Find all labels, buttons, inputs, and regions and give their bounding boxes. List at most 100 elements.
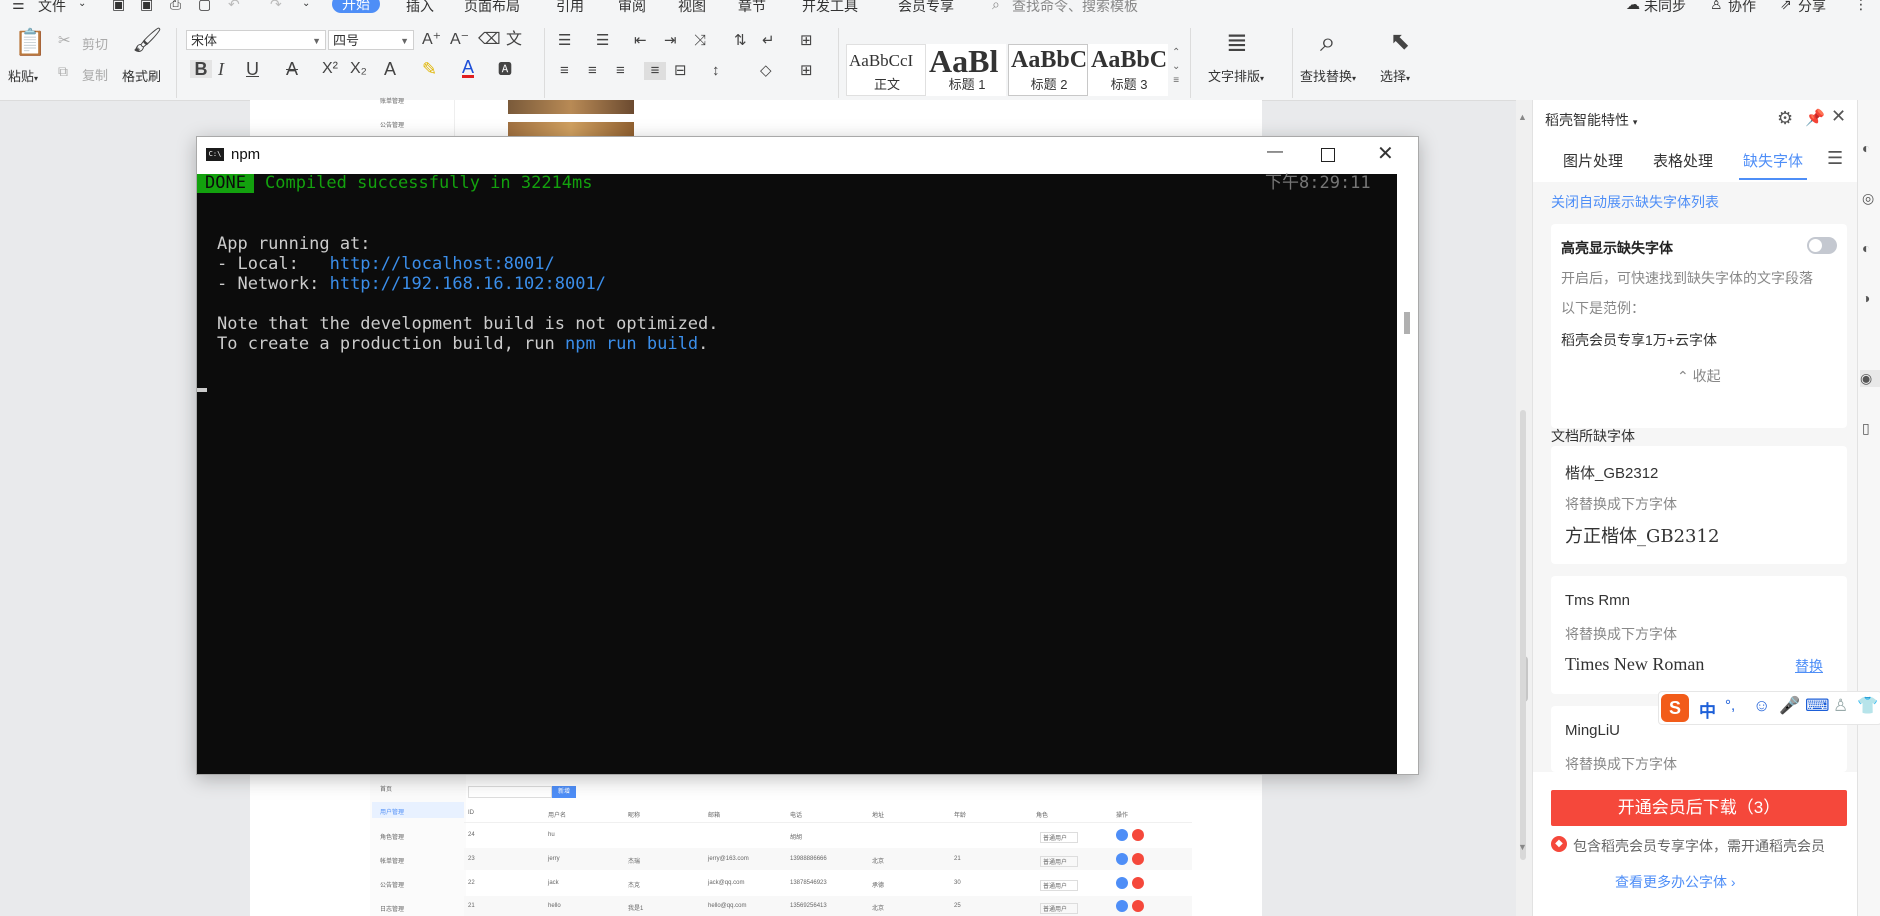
redo-icon[interactable]: ↷ [270,0,282,13]
gear-icon[interactable]: ⚙ [1777,108,1793,129]
phonetic-guide-icon[interactable]: 文 [506,31,522,49]
menu-file[interactable]: 文件 [38,0,66,14]
find-replace-icon[interactable]: ⌕ [1320,28,1336,56]
terminal-titlebar[interactable]: C:\ npm — ✕ [197,137,1418,173]
highlight-toggle[interactable] [1807,237,1837,254]
table-tools-icon[interactable]: ⊞ [800,32,813,50]
maximize-icon[interactable] [1321,148,1335,162]
bullet-list-icon[interactable]: ☰ [558,32,571,50]
tab-table-processing[interactable]: 表格处理 [1653,150,1713,171]
decrease-font-icon[interactable]: A⁻ [450,31,469,49]
format-painter-icon[interactable]: 🖌 [132,28,162,54]
numbered-list-icon[interactable]: ☰ [596,32,609,50]
scroll-down-icon[interactable]: ▼ [1518,842,1527,852]
export-icon[interactable]: ▣ [140,0,153,13]
save-icon[interactable]: ▣ [112,0,125,13]
more-fonts-link[interactable]: 查看更多办公字体 › [1615,872,1736,892]
quick-access-dropdown-icon[interactable]: ⌄ [302,0,310,9]
side-tool-icon[interactable]: ◉ [1860,370,1880,387]
strikethrough-icon[interactable]: A [286,60,298,78]
hamburger-icon[interactable]: ☰ [12,0,25,13]
align-left-icon[interactable]: ≡ [560,62,569,80]
pane-title[interactable]: 稻壳智能特性 ▾ [1545,110,1637,130]
shading-icon[interactable]: ◇ [760,62,772,80]
pane-scrollbar[interactable]: ▲ ▼ [1514,100,1532,916]
font-color-icon[interactable]: A [462,58,475,78]
superscript-icon[interactable]: X² [322,60,338,78]
increase-indent-icon[interactable]: ⇥ [664,32,677,50]
bold-icon[interactable]: B [190,60,212,78]
microphone-icon[interactable]: 🎤 [1779,696,1800,716]
terminal-window[interactable]: C:\ npm — ✕ DONE Compiled successfully i… [196,136,1419,775]
borders-icon[interactable]: ⊞ [800,62,813,80]
pin-icon[interactable]: 📌 [1805,108,1825,128]
subscript-icon[interactable]: X₂ [350,60,367,78]
char-border-icon[interactable]: 🅰 [498,60,512,78]
close-auto-show-link[interactable]: 关闭自动展示缺失字体列表 [1551,192,1719,212]
keyboard-icon[interactable]: ⌨ [1805,696,1830,716]
tab-menu-icon[interactable]: ☰ [1827,148,1843,169]
font-size-select[interactable]: 四号 ▼ [328,30,414,50]
distribute-icon[interactable]: ⊟ [674,62,687,80]
copy-icon[interactable]: ⧉ [58,62,68,80]
undo-icon[interactable]: ↶ [228,0,240,13]
share-icon[interactable]: ⇗ [1780,0,1792,13]
style-heading-3[interactable]: AaBbC 标题 3 [1088,44,1168,96]
tab-member[interactable]: 会员专享 [898,0,954,14]
style-normal[interactable]: AaBbCcI 正文 [846,44,926,96]
line-spacing-icon[interactable]: ↕ [712,62,720,80]
sync-icon[interactable]: ☁ [1626,0,1640,13]
cut-button[interactable]: 剪切 [82,34,108,53]
para-marks-icon[interactable]: ↵ [762,32,775,50]
chevron-down-icon[interactable]: ⌄ [78,0,86,9]
side-tool-icon[interactable]: ▯ [1862,420,1870,437]
decrease-indent-icon[interactable]: ⇤ [634,32,647,50]
sogou-logo-icon[interactable]: S [1661,694,1689,722]
tab-insert[interactable]: 插入 [406,0,434,14]
emoji-icon[interactable]: ☺ [1753,696,1770,716]
sync-status[interactable]: 未同步 [1644,0,1686,14]
text-effect-icon[interactable]: A [384,60,396,78]
more-icon[interactable]: ⋮ [1854,0,1868,13]
tab-image-processing[interactable]: 图片处理 [1563,150,1623,171]
collab-button[interactable]: 协作 [1728,0,1756,14]
align-right-icon[interactable]: ≡ [616,62,625,80]
search-icon[interactable]: ⌕ [992,0,1000,13]
tab-view[interactable]: 视图 [678,0,706,14]
italic-icon[interactable]: I [218,60,224,78]
replace-button[interactable]: 替换 [1795,656,1823,676]
close-icon[interactable]: ✕ [1377,141,1394,166]
collab-icon[interactable]: ♙ [1710,0,1723,13]
tab-chapter[interactable]: 章节 [738,0,766,14]
terminal-scrollbar[interactable] [1397,174,1418,774]
highlight-icon[interactable]: ✎ [422,60,437,78]
clear-format-icon[interactable]: ⌫ [478,31,501,49]
tab-page-layout[interactable]: 页面布局 [464,0,520,14]
ime-lang-toggle[interactable]: 中 [1699,697,1716,722]
network-url[interactable]: http://192.168.16.102:8001/ [330,274,606,294]
side-tool-icon[interactable]: ◐ [1862,240,1870,256]
paste-icon[interactable]: 📋 [14,28,46,56]
style-heading-2[interactable]: AaBbC 标题 2 [1008,44,1088,96]
side-tool-icon[interactable]: ◐ [1862,140,1870,156]
terminal-scrollbar-thumb[interactable] [1404,312,1410,334]
ime-toolbar[interactable]: S 中 °, ☺ 🎤 ⌨ ♙ 👕 [1658,691,1880,725]
text-layout-icon[interactable]: ≣ [1226,28,1248,56]
styles-scroll-icon[interactable]: ⌃ ⌄ ≡ [1172,46,1180,88]
side-tool-icon[interactable]: ◎ [1862,190,1874,207]
pane-close-icon[interactable]: ✕ [1831,106,1846,127]
minimize-icon[interactable]: — [1267,143,1283,161]
tab-developer[interactable]: 开发工具 [802,0,858,14]
terminal-output[interactable]: DONE Compiled successfully in 32214ms 下午… [197,174,1397,774]
find-replace-button[interactable]: 查找替换▾ [1300,66,1356,85]
justify-icon[interactable]: ≡ [644,62,666,80]
sort-icon[interactable]: ⇅ [734,32,747,50]
scroll-up-icon[interactable]: ▲ [1518,112,1527,122]
ime-punct-toggle[interactable]: °, [1725,697,1735,714]
collapse-button[interactable]: ⌃ 收起 [1677,366,1721,386]
print-icon[interactable]: ⎙ [170,0,181,13]
tab-references[interactable]: 引用 [556,0,584,14]
copy-button[interactable]: 复制 [82,65,108,84]
user-icon[interactable]: ♙ [1833,696,1848,716]
text-layout-button[interactable]: 文字排版▾ [1208,66,1264,85]
